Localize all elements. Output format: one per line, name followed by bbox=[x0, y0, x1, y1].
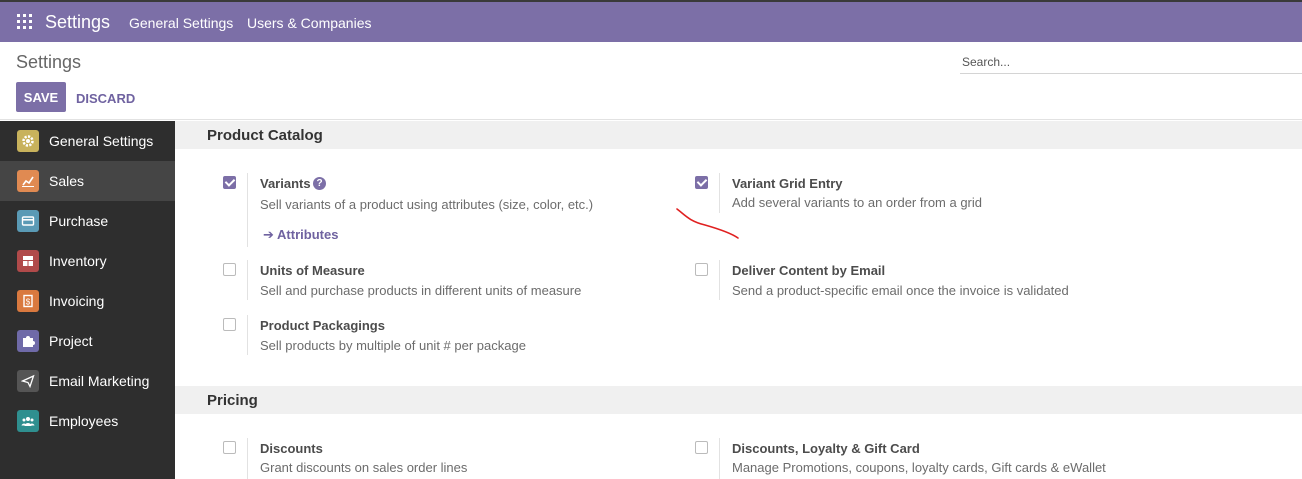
boxes-icon bbox=[17, 250, 39, 272]
top-navbar: Settings General Settings Users & Compan… bbox=[0, 0, 1302, 42]
deliver-email-title: Deliver Content by Email bbox=[732, 263, 886, 278]
loyalty-checkbox[interactable] bbox=[695, 441, 708, 454]
help-icon[interactable]: ? bbox=[313, 177, 326, 190]
section-header-product-catalog: Product Catalog bbox=[175, 121, 1302, 149]
loyalty-title: Discounts, Loyalty & Gift Card bbox=[732, 441, 920, 456]
uom-description: Sell and purchase products in different … bbox=[260, 283, 582, 298]
divider bbox=[247, 173, 248, 247]
section-title: Product Catalog bbox=[207, 127, 323, 144]
chart-icon bbox=[17, 170, 39, 192]
sidebar-item-inventory[interactable]: Inventory bbox=[0, 241, 175, 281]
variants-title: Variants bbox=[260, 176, 311, 191]
variants-description: Sell variants of a product using attribu… bbox=[260, 197, 594, 212]
deliver-email-description: Send a product-specific email once the i… bbox=[732, 283, 1069, 298]
divider bbox=[247, 260, 248, 300]
divider bbox=[247, 438, 248, 479]
annotation-stroke bbox=[676, 208, 739, 239]
packagings-description: Sell products by multiple of unit # per … bbox=[260, 338, 526, 353]
menu-general-settings[interactable]: General Settings bbox=[129, 15, 233, 31]
settings-content: Product Catalog Variants ? Sell variants… bbox=[175, 121, 1302, 479]
variant-grid-title: Variant Grid Entry bbox=[732, 176, 843, 191]
sidebar-item-general-settings[interactable]: General Settings bbox=[0, 121, 175, 161]
deliver-email-checkbox[interactable] bbox=[695, 263, 708, 276]
divider bbox=[247, 315, 248, 355]
gear-icon bbox=[17, 130, 39, 152]
packagings-title: Product Packagings bbox=[260, 318, 385, 333]
menu-users-companies[interactable]: Users & Companies bbox=[247, 15, 372, 31]
credit-card-icon bbox=[17, 210, 39, 232]
apps-grid-icon[interactable] bbox=[17, 14, 32, 29]
arrow-right-icon: ➔ bbox=[263, 227, 278, 242]
sidebar-item-label: General Settings bbox=[49, 133, 154, 149]
divider bbox=[719, 260, 720, 300]
sidebar-item-label: Purchase bbox=[49, 213, 109, 229]
attributes-link[interactable]: ➔ Attributes bbox=[263, 227, 338, 243]
sidebar-item-sales[interactable]: Sales bbox=[0, 161, 175, 201]
settings-sidebar: General Settings Sales Purchase Inventor… bbox=[0, 121, 175, 479]
sidebar-item-purchase[interactable]: Purchase bbox=[0, 201, 175, 241]
people-icon bbox=[17, 410, 39, 432]
paper-plane-icon bbox=[17, 370, 39, 392]
sidebar-item-label: Invoicing bbox=[49, 293, 105, 309]
svg-text:$: $ bbox=[26, 298, 31, 307]
divider bbox=[719, 438, 720, 479]
loyalty-description: Manage Promotions, coupons, loyalty card… bbox=[732, 460, 1106, 475]
control-panel: Settings SAVE DISCARD bbox=[0, 42, 1302, 120]
sidebar-item-label: Project bbox=[49, 333, 93, 349]
section-header-pricing: Pricing bbox=[175, 386, 1302, 414]
sidebar-item-email-marketing[interactable]: Email Marketing bbox=[0, 361, 175, 401]
sidebar-item-employees[interactable]: Employees bbox=[0, 401, 175, 441]
discounts-title: Discounts bbox=[260, 441, 323, 456]
packagings-checkbox[interactable] bbox=[223, 318, 236, 331]
variants-checkbox[interactable] bbox=[223, 176, 236, 189]
discounts-checkbox[interactable] bbox=[223, 441, 236, 454]
attributes-link-label: Attributes bbox=[277, 227, 339, 242]
app-brand[interactable]: Settings bbox=[45, 12, 110, 33]
variant-grid-description: Add several variants to an order from a … bbox=[732, 195, 983, 210]
page-title: Settings bbox=[16, 52, 82, 72]
invoice-icon: $ bbox=[17, 290, 39, 312]
sidebar-item-invoicing[interactable]: $ Invoicing bbox=[0, 281, 175, 321]
discounts-description: Grant discounts on sales order lines bbox=[260, 460, 468, 475]
sidebar-item-label: Sales bbox=[49, 173, 85, 189]
puzzle-icon bbox=[17, 330, 39, 352]
sidebar-item-label: Employees bbox=[49, 413, 119, 429]
variant-grid-checkbox[interactable] bbox=[695, 176, 708, 189]
sidebar-item-label: Inventory bbox=[49, 253, 107, 269]
sidebar-item-label: Email Marketing bbox=[49, 373, 150, 389]
search-input[interactable] bbox=[960, 50, 1302, 74]
sidebar-item-project[interactable]: Project bbox=[0, 321, 175, 361]
uom-checkbox[interactable] bbox=[223, 263, 236, 276]
discard-button[interactable]: DISCARD bbox=[76, 91, 135, 106]
section-title: Pricing bbox=[207, 392, 258, 409]
save-button[interactable]: SAVE bbox=[16, 82, 66, 112]
uom-title: Units of Measure bbox=[260, 263, 365, 278]
